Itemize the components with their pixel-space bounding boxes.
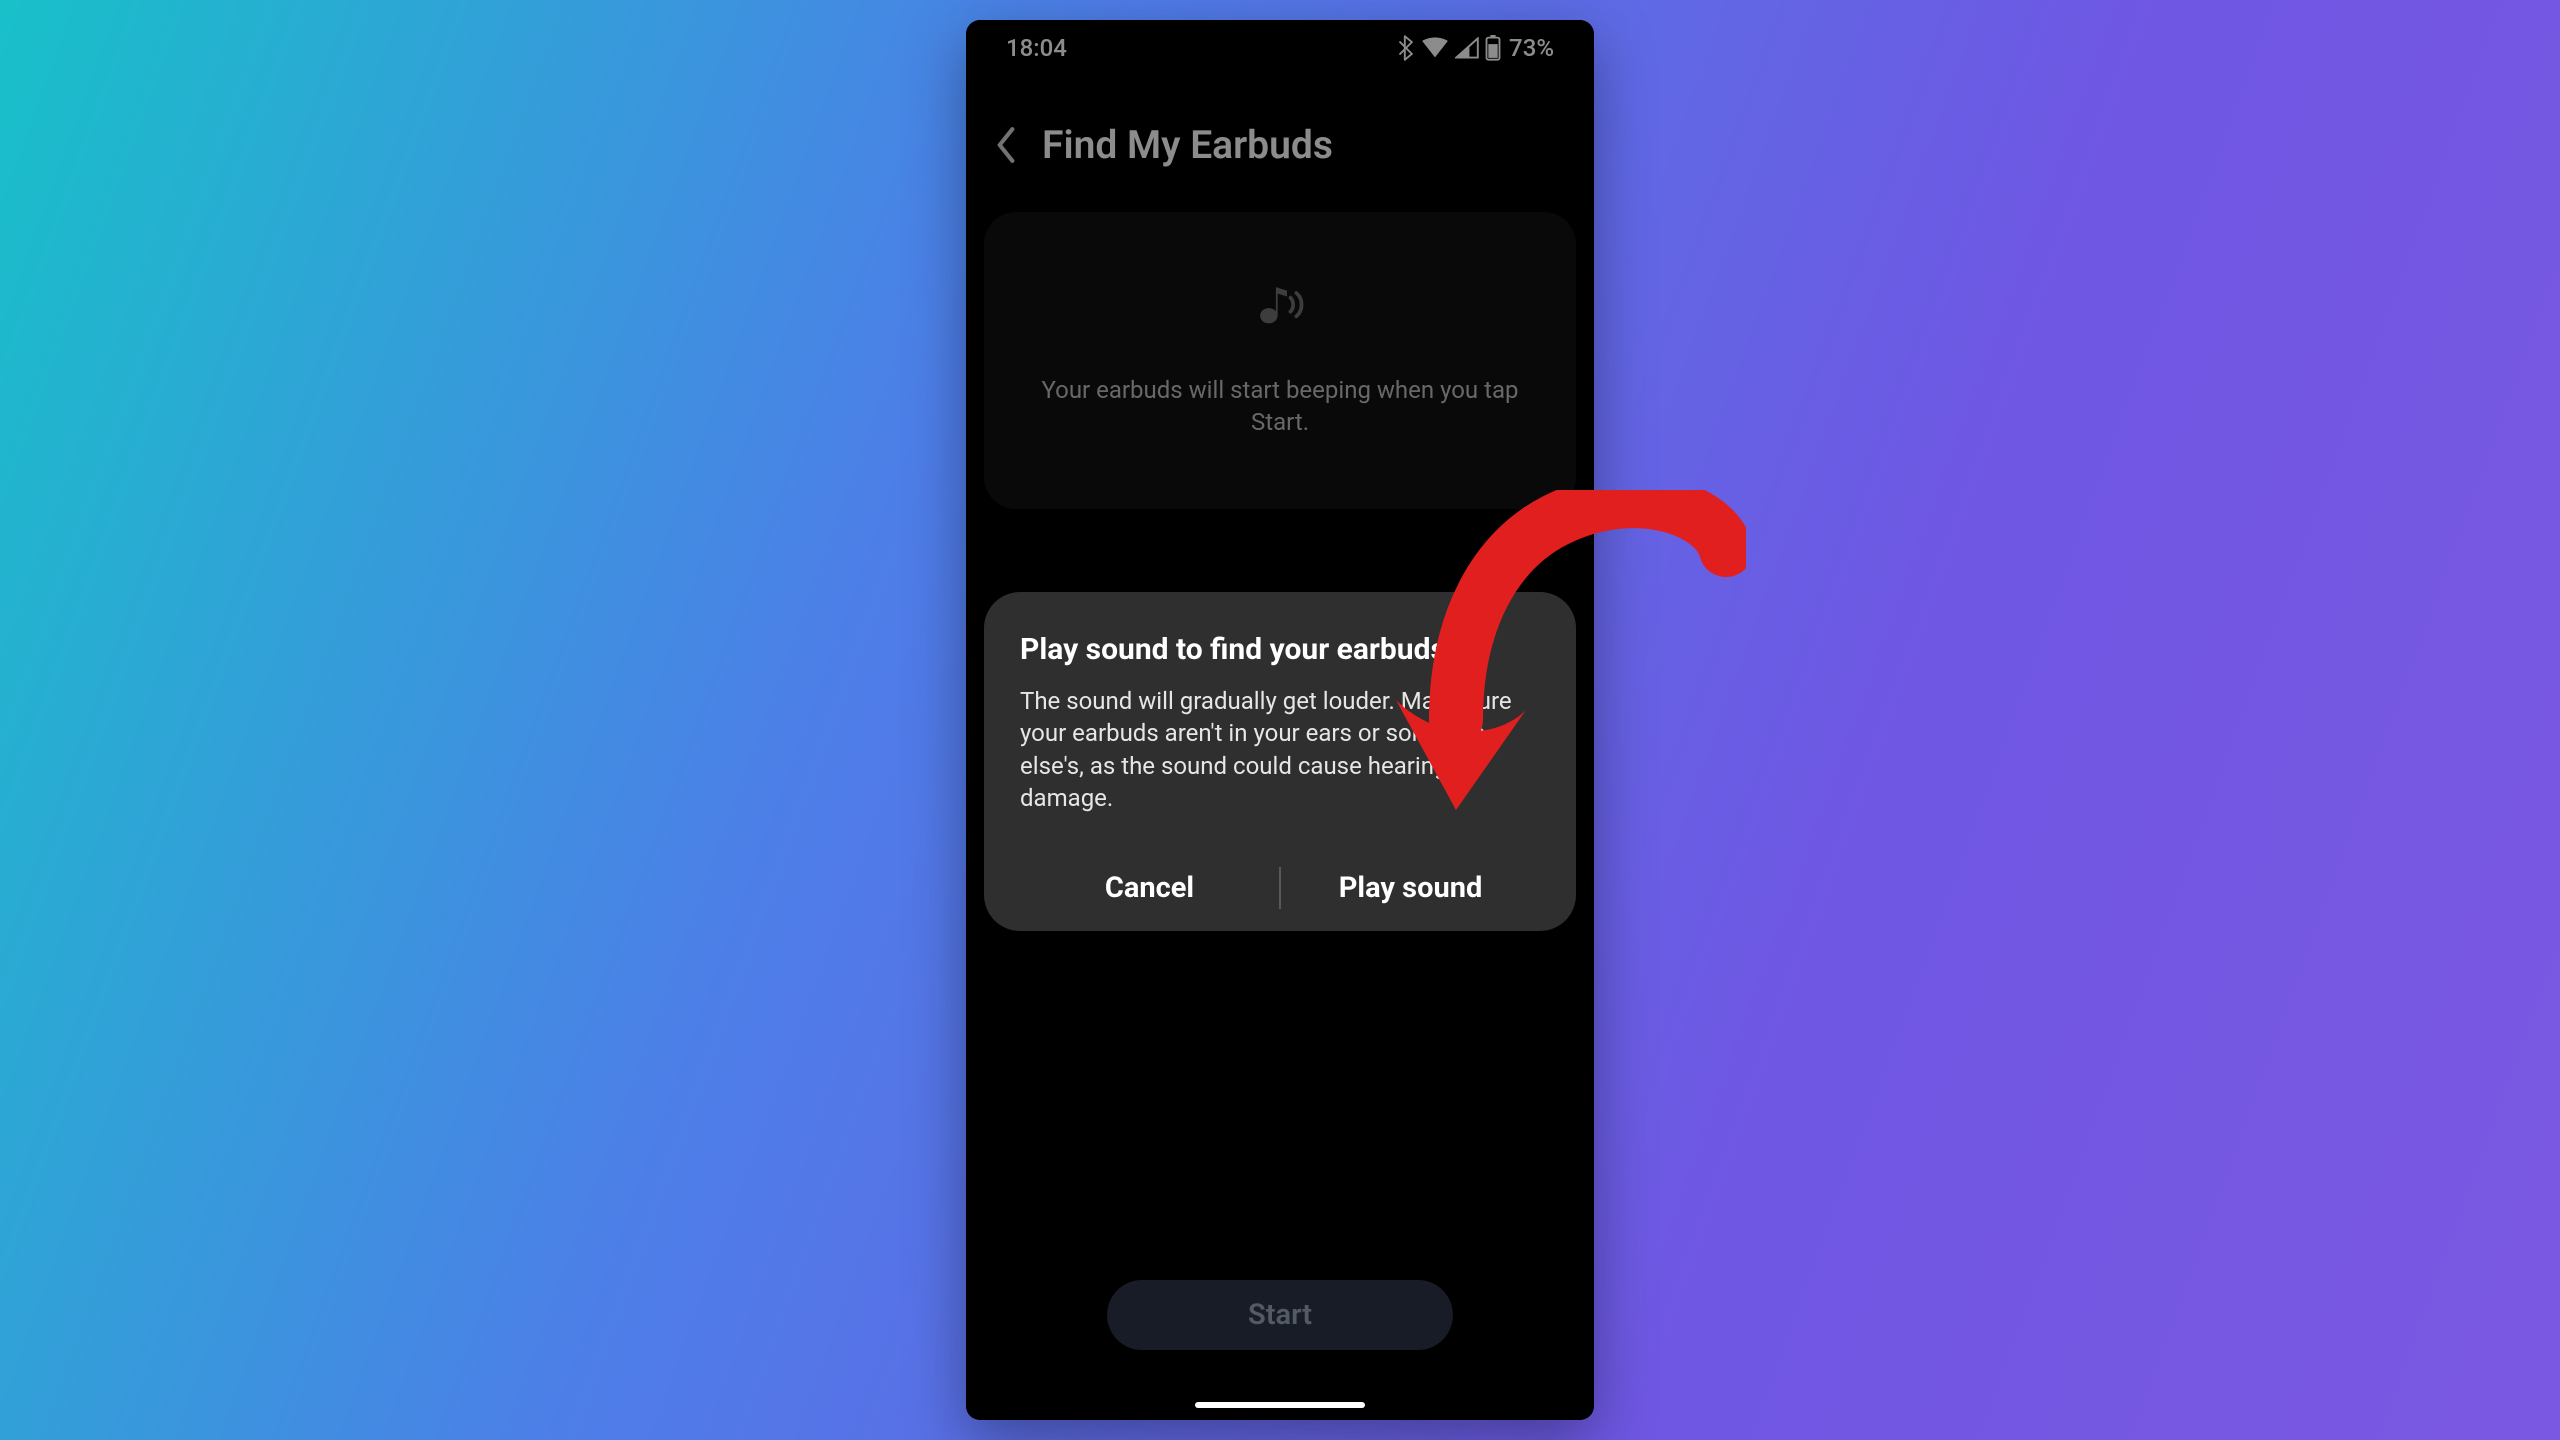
wifi-icon xyxy=(1421,37,1449,59)
page-title: Find My Earbuds xyxy=(1042,122,1333,168)
signal-icon xyxy=(1455,37,1479,59)
status-icons: 73% xyxy=(1397,34,1554,62)
info-hint: Your earbuds will start beeping when you… xyxy=(1040,374,1520,439)
home-indicator[interactable] xyxy=(1195,1402,1365,1408)
play-sound-button[interactable]: Play sound xyxy=(1281,845,1540,931)
battery-icon xyxy=(1485,35,1501,61)
start-button-label: Start xyxy=(1248,1298,1312,1332)
status-bar: 18:04 xyxy=(966,20,1594,72)
music-sound-icon xyxy=(1252,282,1308,332)
info-card: Your earbuds will start beeping when you… xyxy=(984,212,1576,509)
dialog-body: The sound will gradually get louder. Mak… xyxy=(1020,685,1540,815)
battery-percent: 73% xyxy=(1509,34,1554,62)
cancel-button-label: Cancel xyxy=(1105,871,1194,905)
status-time: 18:04 xyxy=(1006,34,1067,62)
page-header: Find My Earbuds xyxy=(966,72,1594,188)
screen-background: 18:04 xyxy=(966,20,1594,509)
confirm-dialog: Play sound to find your earbuds The soun… xyxy=(984,592,1576,931)
dialog-title: Play sound to find your earbuds xyxy=(1020,632,1540,667)
phone-frame: 18:04 xyxy=(966,20,1594,1420)
start-button[interactable]: Start xyxy=(1107,1280,1453,1350)
bluetooth-icon xyxy=(1397,35,1415,61)
dialog-actions: Cancel Play sound xyxy=(1020,845,1540,931)
play-sound-button-label: Play sound xyxy=(1339,871,1483,905)
cancel-button[interactable]: Cancel xyxy=(1020,845,1279,931)
back-icon[interactable] xyxy=(994,126,1018,164)
